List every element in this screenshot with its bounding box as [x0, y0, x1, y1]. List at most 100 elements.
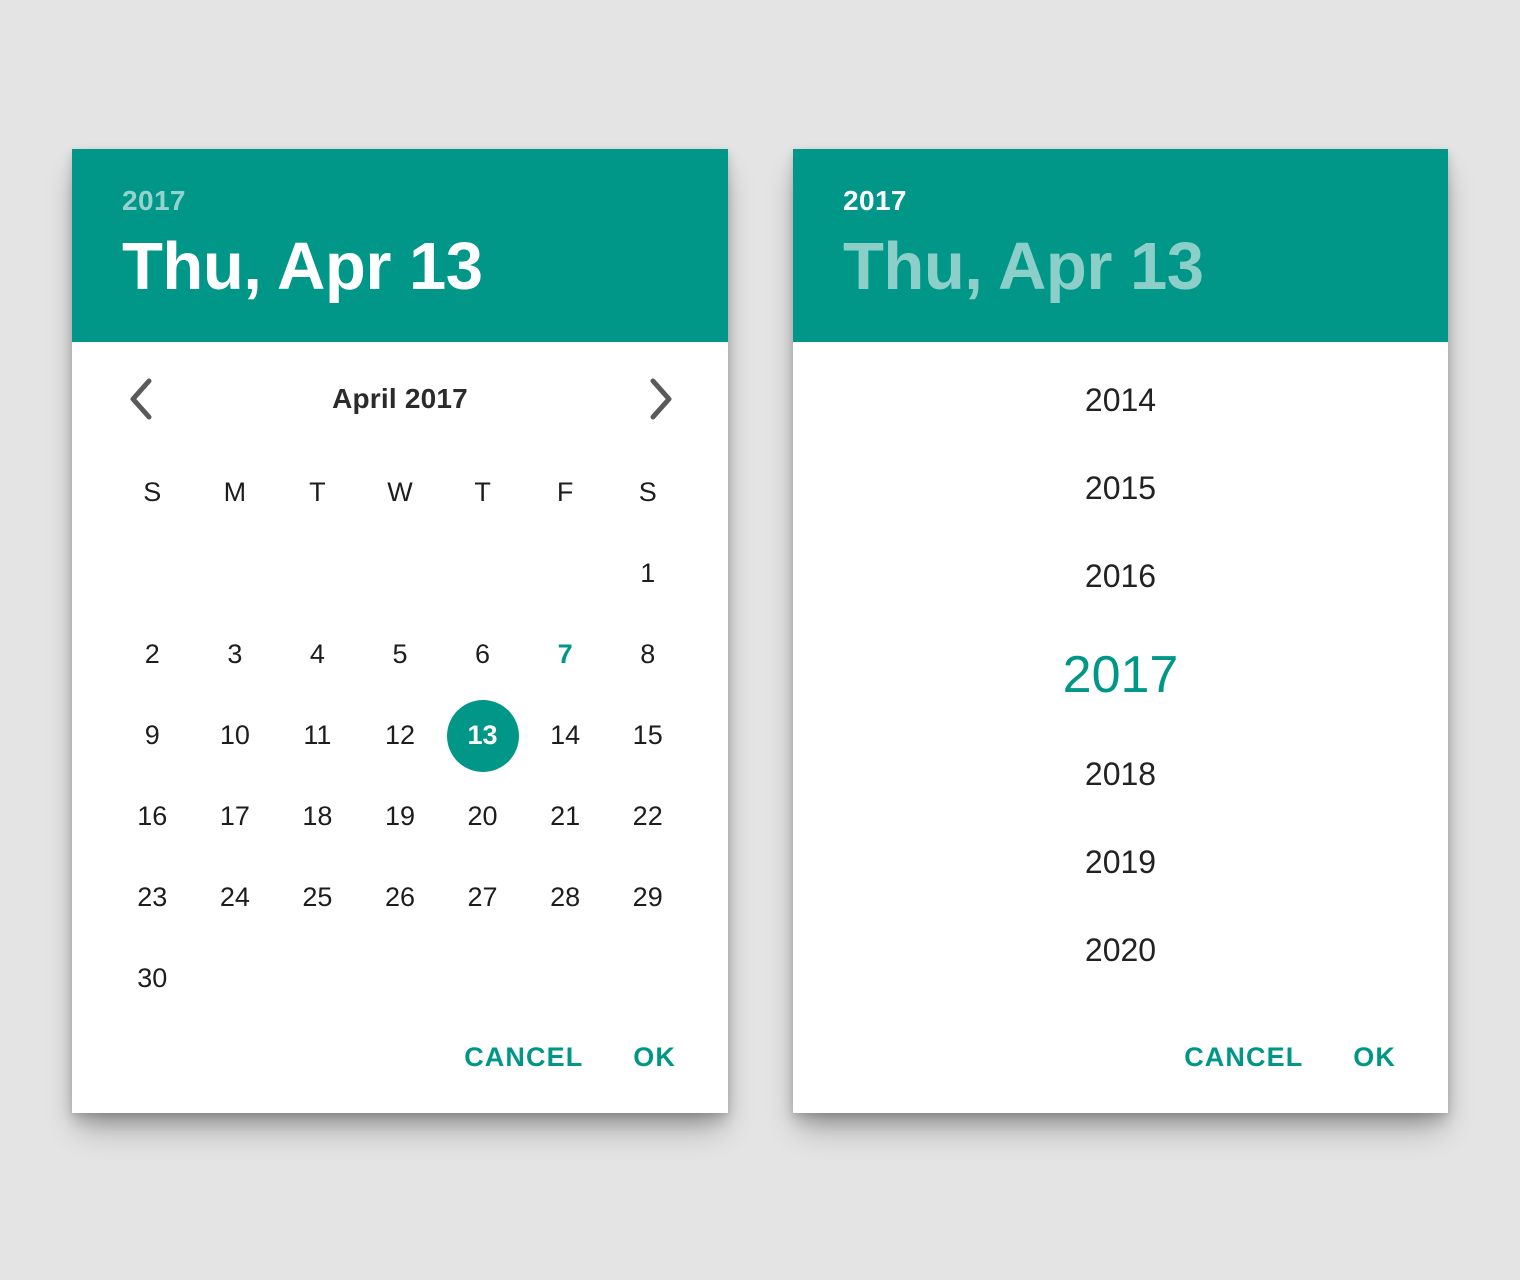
calendar-day-10[interactable]: 10: [194, 695, 277, 776]
calendar-day-empty: [441, 938, 524, 1019]
calendar-week-row: 23 24 25 26 27 28 29: [111, 857, 689, 938]
year-picker-body: 2014 2015 2016 2017 2018 2019 2020 CANCEL OK: [793, 342, 1448, 1113]
chevron-right-icon[interactable]: [636, 375, 684, 423]
year-option-2018[interactable]: 2018: [793, 730, 1448, 818]
calendar-week-row: 30: [111, 938, 689, 1019]
calendar-day-label: 18: [302, 801, 333, 831]
calendar-day-label: 2: [144, 639, 160, 669]
calendar-day-empty: [194, 938, 277, 1019]
calendar-day-28[interactable]: 28: [524, 857, 607, 938]
ok-button[interactable]: OK: [615, 1030, 692, 1085]
year-option-2019[interactable]: 2019: [793, 818, 1448, 906]
cancel-button[interactable]: CANCEL: [1166, 1030, 1321, 1085]
calendar-day-27[interactable]: 27: [441, 857, 524, 938]
year-option-2014[interactable]: 2014: [793, 356, 1448, 444]
calendar-day-16[interactable]: 16: [111, 776, 194, 857]
year-picker-dialog: 2017 Thu, Apr 13 2014 2015 2016 2017 2018 201…: [793, 149, 1448, 1113]
weekday-label-0: S: [143, 477, 162, 507]
calendar-day-5[interactable]: 5: [359, 614, 442, 695]
calendar-day-22[interactable]: 22: [606, 776, 689, 857]
calendar-day-4[interactable]: 4: [276, 614, 359, 695]
calendar-day-label: 13: [446, 699, 519, 772]
calendar-day-label: 28: [550, 882, 581, 912]
weekday-label-3: W: [387, 477, 413, 507]
ok-button[interactable]: OK: [1335, 1030, 1412, 1085]
cancel-button[interactable]: CANCEL: [446, 1030, 601, 1085]
calendar-day-8[interactable]: 8: [606, 614, 689, 695]
header-date-label[interactable]: Thu, Apr 13: [122, 233, 728, 300]
calendar-day-label: 10: [219, 720, 250, 750]
calendar-day-empty: [606, 938, 689, 1019]
calendar-day-30[interactable]: 30: [111, 938, 194, 1019]
header-year-label[interactable]: 2017: [122, 187, 728, 215]
calendar-day-label: 12: [384, 720, 416, 750]
calendar-day-1[interactable]: 1: [606, 533, 689, 614]
calendar-day-label: 11: [303, 720, 332, 750]
year-option-2017[interactable]: 2017: [793, 620, 1448, 730]
calendar-day-19[interactable]: 19: [359, 776, 442, 857]
date-picker-header: 2017 Thu, Apr 13: [72, 149, 728, 342]
date-picker-actions: CANCEL OK: [446, 1030, 692, 1085]
header-date-label[interactable]: Thu, Apr 13: [843, 233, 1448, 300]
month-navigation: April 2017: [72, 364, 728, 434]
year-option-2020[interactable]: 2020: [793, 906, 1448, 994]
calendar-day-26[interactable]: 26: [359, 857, 442, 938]
year-option-2015[interactable]: 2015: [793, 444, 1448, 532]
calendar-day-label: 7: [557, 639, 573, 669]
calendar-day-empty: [524, 533, 607, 614]
calendar-day-3[interactable]: 3: [194, 614, 277, 695]
calendar-day-23[interactable]: 23: [111, 857, 194, 938]
calendar-day-label: 16: [137, 801, 168, 831]
weekday-header-row: SMTWTFS: [111, 452, 689, 533]
calendar-day-29[interactable]: 29: [606, 857, 689, 938]
calendar-day-empty: [276, 533, 359, 614]
weekday-label-4: T: [474, 477, 491, 507]
calendar-day-7[interactable]: 7: [524, 614, 607, 695]
calendar-week-row: 16 17 18 19 20 21 22: [111, 776, 689, 857]
calendar-day-2[interactable]: 2: [111, 614, 194, 695]
header-year-label[interactable]: 2017: [843, 187, 1448, 215]
calendar-day-9[interactable]: 9: [111, 695, 194, 776]
calendar-day-label: 3: [227, 639, 243, 669]
calendar-day-label: 5: [392, 639, 408, 669]
calendar-day-label: 21: [550, 801, 581, 831]
year-picker-actions: CANCEL OK: [1166, 1030, 1412, 1085]
calendar-week-row: 1: [111, 533, 689, 614]
calendar-day-label: 1: [640, 558, 656, 588]
calendar-day-label: 23: [137, 882, 168, 912]
calendar-day-label: 22: [632, 801, 663, 831]
calendar-day-label: 24: [219, 882, 250, 912]
calendar-day-13[interactable]: 13: [441, 695, 524, 776]
calendar-day-empty: [524, 938, 607, 1019]
calendar-day-11[interactable]: 11: [276, 695, 359, 776]
calendar-day-label: 4: [309, 639, 325, 669]
calendar-day-label: 17: [219, 801, 250, 831]
calendar-day-25[interactable]: 25: [276, 857, 359, 938]
calendar-grid: SMTWTFS 1 2 3 4 5 6 7 8 9 10 11 12 13 14 15 16 17 18 19 20 2…: [111, 452, 689, 1019]
calendar-day-empty: [441, 533, 524, 614]
year-list[interactable]: 2014 2015 2016 2017 2018 2019 2020: [793, 356, 1448, 994]
calendar-day-empty: [194, 533, 277, 614]
calendar-day-label: 30: [137, 963, 168, 993]
calendar-day-15[interactable]: 15: [606, 695, 689, 776]
calendar-day-empty: [111, 533, 194, 614]
calendar-day-label: 9: [144, 720, 160, 750]
chevron-left-icon[interactable]: [116, 375, 164, 423]
calendar-day-18[interactable]: 18: [276, 776, 359, 857]
calendar-day-12[interactable]: 12: [359, 695, 442, 776]
calendar-weeks: 1 2 3 4 5 6 7 8 9 10 11 12 13 14 15 16 17 18 19 20 21 22 23 24 2…: [111, 533, 689, 1019]
calendar-day-17[interactable]: 17: [194, 776, 277, 857]
calendar-day-21[interactable]: 21: [524, 776, 607, 857]
calendar-day-6[interactable]: 6: [441, 614, 524, 695]
calendar-day-label: 14: [550, 720, 581, 750]
calendar-day-empty: [359, 533, 442, 614]
weekday-label-1: M: [223, 477, 247, 507]
calendar-day-label: 29: [632, 882, 663, 912]
calendar-day-empty: [359, 938, 442, 1019]
calendar-day-20[interactable]: 20: [441, 776, 524, 857]
year-option-2016[interactable]: 2016: [793, 532, 1448, 620]
calendar-day-24[interactable]: 24: [194, 857, 277, 938]
calendar-day-14[interactable]: 14: [524, 695, 607, 776]
calendar-day-label: 8: [640, 639, 656, 669]
calendar-week-row: 9 10 11 12 13 14 15: [111, 695, 689, 776]
